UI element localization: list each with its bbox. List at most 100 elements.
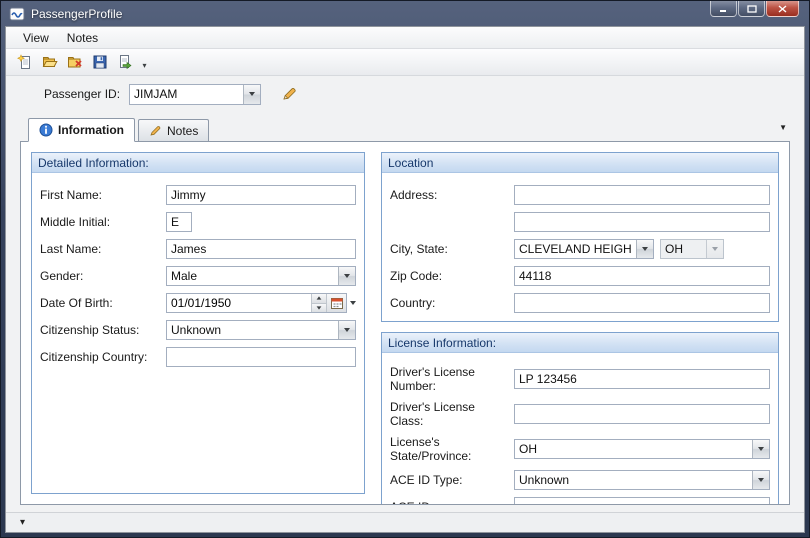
date-of-birth-input[interactable] (167, 294, 311, 312)
calendar-button[interactable] (326, 294, 346, 312)
first-name-label: First Name: (40, 188, 166, 202)
passenger-id-label: Passenger ID: (44, 87, 120, 101)
gender-row: Gender: (40, 266, 356, 286)
menu-item-notes[interactable]: Notes (58, 28, 107, 48)
save-button[interactable] (88, 51, 111, 73)
date-of-birth-control[interactable] (166, 293, 347, 313)
window: PassengerProfile View Notes (0, 0, 810, 538)
tab-notes[interactable]: Notes (138, 119, 209, 141)
close-profile-button[interactable] (63, 51, 86, 73)
license-state-dropdown-button[interactable] (752, 440, 769, 458)
citizenship-status-input[interactable] (167, 321, 338, 339)
passenger-id-combobox[interactable] (129, 84, 261, 105)
menu-item-view[interactable]: View (14, 28, 58, 48)
maximize-button[interactable] (738, 1, 765, 17)
license-state-label: License's State/Province: (390, 435, 514, 463)
ace-id-row: ACE ID: (390, 497, 770, 505)
license-information-header: License Information: (382, 333, 778, 353)
new-button[interactable] (13, 51, 36, 73)
ace-id-type-row: ACE ID Type: (390, 470, 770, 490)
tabstrip: Information Notes ▼ (6, 112, 804, 141)
middle-initial-row: Middle Initial: (40, 212, 356, 232)
export-button[interactable] (113, 51, 136, 73)
middle-initial-input[interactable] (166, 212, 192, 232)
toolbar-overflow-button[interactable]: ▾ (138, 51, 151, 73)
chevron-down-icon (249, 92, 255, 96)
city-combobox[interactable] (514, 239, 654, 259)
calendar-icon (331, 297, 343, 309)
dl-number-label: Driver's License Number: (390, 365, 514, 393)
address-row-2 (390, 212, 770, 232)
state-dropdown-button[interactable] (706, 240, 723, 258)
address-input-2[interactable] (514, 212, 770, 232)
tab-information[interactable]: Information (28, 118, 135, 142)
country-label: Country: (390, 296, 514, 310)
location-header: Location (382, 153, 778, 173)
license-state-combobox[interactable] (514, 439, 770, 459)
ace-id-type-input[interactable] (515, 471, 752, 489)
ace-id-input[interactable] (514, 497, 770, 505)
ace-id-type-dropdown-button[interactable] (752, 471, 769, 489)
last-name-label: Last Name: (40, 242, 166, 256)
titlebar[interactable]: PassengerProfile (5, 1, 805, 26)
date-spin-up-button[interactable] (312, 294, 326, 303)
export-icon (117, 54, 133, 70)
minimize-button[interactable] (710, 1, 737, 17)
folder-delete-icon (67, 54, 83, 70)
passenger-id-input[interactable] (130, 85, 243, 104)
chevron-down-icon (642, 247, 648, 251)
middle-initial-label: Middle Initial: (40, 215, 166, 229)
info-icon (39, 123, 53, 137)
pencil-icon (149, 124, 162, 137)
dl-number-input[interactable] (514, 369, 770, 389)
state-input[interactable] (661, 240, 706, 258)
date-dropdown-caret[interactable] (350, 301, 356, 305)
last-name-input[interactable] (166, 239, 356, 259)
date-of-birth-label: Date Of Birth: (40, 296, 166, 310)
last-name-row: Last Name: (40, 239, 356, 259)
zip-code-row: Zip Code: (390, 266, 770, 286)
chevron-down-icon (712, 247, 718, 251)
detailed-information-group: Detailed Information: First Name: Middle… (31, 152, 365, 494)
gender-label: Gender: (40, 269, 166, 283)
zip-code-input[interactable] (514, 266, 770, 286)
tab-information-label: Information (58, 123, 124, 137)
chevron-down-icon (344, 328, 350, 332)
address-input-1[interactable] (514, 185, 770, 205)
date-spin-down-button[interactable] (312, 303, 326, 313)
close-button[interactable] (766, 1, 799, 17)
city-input[interactable] (515, 240, 636, 258)
ace-id-type-label: ACE ID Type: (390, 473, 514, 487)
open-button[interactable] (38, 51, 61, 73)
open-folder-icon (42, 54, 58, 70)
first-name-input[interactable] (166, 185, 356, 205)
citizenship-status-dropdown-button[interactable] (338, 321, 355, 339)
toolbar: ▾ (6, 49, 804, 76)
license-state-input[interactable] (515, 440, 752, 458)
tab-list-chevron[interactable]: ▼ (779, 124, 787, 132)
country-input[interactable] (514, 293, 770, 313)
menubar: View Notes (6, 27, 804, 49)
citizenship-status-label: Citizenship Status: (40, 323, 166, 337)
save-icon (92, 54, 108, 70)
state-combobox[interactable] (660, 239, 724, 259)
edit-passenger-button[interactable] (276, 83, 304, 105)
date-of-birth-row: Date Of Birth: (40, 293, 356, 313)
gender-combobox[interactable] (166, 266, 356, 286)
city-state-label: City, State: (390, 242, 514, 256)
gender-dropdown-button[interactable] (338, 267, 355, 285)
bottom-expander-icon[interactable]: ▾ (20, 518, 25, 528)
new-document-icon (17, 54, 33, 70)
chevron-down-icon (344, 274, 350, 278)
citizenship-country-input[interactable] (166, 347, 356, 367)
ace-id-type-combobox[interactable] (514, 470, 770, 490)
pencil-icon (281, 86, 299, 102)
location-group: Location Address: City, State: (381, 152, 779, 322)
passenger-id-dropdown-button[interactable] (243, 85, 260, 104)
dl-class-input[interactable] (514, 404, 770, 424)
gender-input[interactable] (167, 267, 338, 285)
city-dropdown-button[interactable] (636, 240, 653, 258)
citizenship-status-combobox[interactable] (166, 320, 356, 340)
address-label: Address: (390, 188, 514, 202)
citizenship-country-label: Citizenship Country: (40, 350, 166, 364)
